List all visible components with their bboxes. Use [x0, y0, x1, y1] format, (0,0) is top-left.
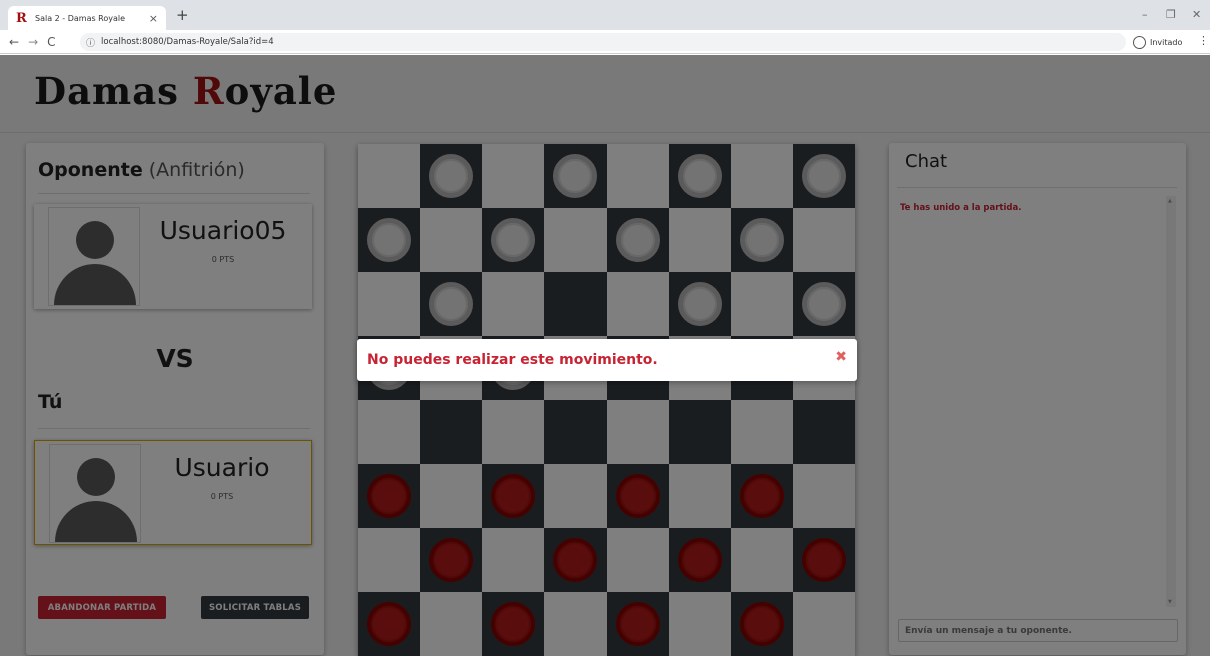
- tab-active[interactable]: R Sala 2 - Damas Royale ×: [8, 6, 166, 30]
- tab-title: Sala 2 - Damas Royale: [35, 13, 126, 23]
- minimize-button[interactable]: –: [1142, 8, 1148, 21]
- back-button[interactable]: ←: [9, 35, 19, 49]
- profile-label: Invitado: [1150, 37, 1183, 47]
- site-info-icon[interactable]: ⓘ: [86, 36, 95, 49]
- url-text: localhost:8080/Damas-Royale/Sala?id=4: [101, 37, 274, 47]
- alert-close-icon[interactable]: ✖: [835, 349, 847, 365]
- browser-window: R Sala 2 - Damas Royale × + – ❐ ✕ ← → C …: [0, 0, 1210, 656]
- reload-button[interactable]: C: [47, 35, 55, 49]
- url-field[interactable]: ⓘ localhost:8080/Damas-Royale/Sala?id=4: [80, 33, 1126, 51]
- address-bar: ← → C ⓘ localhost:8080/Damas-Royale/Sala…: [0, 30, 1210, 54]
- restore-button[interactable]: ❐: [1166, 8, 1176, 21]
- page: Damas Royale Oponente (Anfitrión) Usuari…: [0, 55, 1210, 656]
- profile-button[interactable]: Invitado: [1133, 33, 1182, 51]
- favicon: R: [16, 10, 27, 26]
- tab-close-icon[interactable]: ×: [149, 12, 158, 25]
- window-close-button[interactable]: ✕: [1192, 8, 1201, 21]
- tab-bar: R Sala 2 - Damas Royale × + – ❐ ✕: [0, 0, 1210, 30]
- profile-icon: [1133, 35, 1146, 49]
- forward-button[interactable]: →: [28, 35, 38, 49]
- new-tab-button[interactable]: +: [176, 6, 189, 24]
- browser-menu-icon[interactable]: ⋮: [1198, 34, 1209, 47]
- alert-message: No puedes realizar este movimiento.: [367, 352, 658, 368]
- error-alert: No puedes realizar este movimiento. ✖: [357, 339, 857, 381]
